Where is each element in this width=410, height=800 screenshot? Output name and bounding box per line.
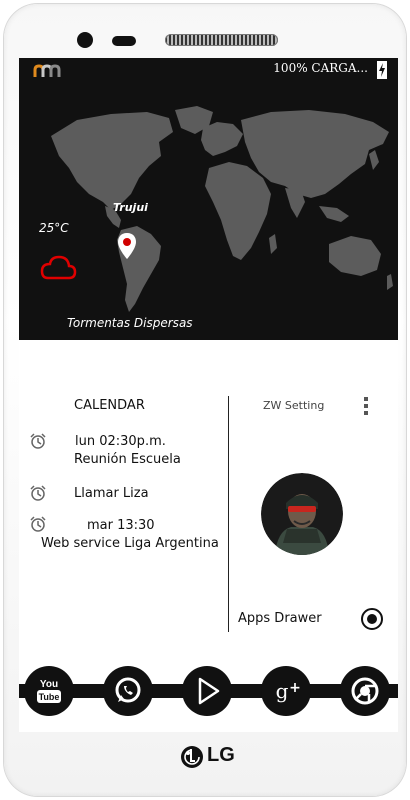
chrome-icon[interactable] xyxy=(340,666,390,716)
brand-label: LG xyxy=(207,744,235,766)
event-time: mar 13:30 xyxy=(87,518,155,533)
svg-text:+: + xyxy=(289,680,301,696)
charging-battery-icon xyxy=(377,61,387,79)
whatsapp-icon[interactable] xyxy=(103,666,153,716)
svg-text:g: g xyxy=(276,679,289,703)
widget-divider xyxy=(228,396,229,632)
phone-frame: 100% CARGA... Trujui 25°C Tormentas Disp… xyxy=(0,0,410,800)
front-camera xyxy=(77,32,93,48)
soldier-avatar[interactable] xyxy=(261,473,343,555)
youtube-icon[interactable]: You Tube xyxy=(24,666,74,716)
alarm-clock-icon xyxy=(30,485,46,501)
location-pin-icon xyxy=(118,233,136,259)
weather-city: Trujui xyxy=(113,201,148,214)
home-screen: 100% CARGA... Trujui 25°C Tormentas Disp… xyxy=(19,58,398,732)
world-map xyxy=(51,106,393,312)
more-vertical-icon[interactable] xyxy=(364,397,370,419)
status-bar: 100% CARGA... xyxy=(19,58,398,82)
zw-setting-link[interactable]: ZW Setting xyxy=(263,399,324,412)
apps-drawer-label[interactable]: Apps Drawer xyxy=(238,611,322,626)
google-plus-icon[interactable]: g + xyxy=(261,666,311,716)
cloud-icon xyxy=(40,255,77,280)
event-title[interactable]: Reunión Escuela xyxy=(74,452,181,467)
svg-text:You: You xyxy=(40,679,58,690)
proximity-sensor xyxy=(112,36,136,46)
calendar-title: CALENDAR xyxy=(74,398,145,413)
play-store-icon[interactable] xyxy=(182,666,232,716)
weather-temperature: 25°C xyxy=(39,221,69,235)
event-time: lun 02:30p.m. xyxy=(75,434,166,449)
lg-logo-icon xyxy=(181,746,203,768)
battery-status-text: 100% CARGA... xyxy=(273,61,368,75)
radio-button-icon[interactable] xyxy=(361,608,383,630)
alarm-clock-icon xyxy=(30,433,46,449)
weather-map-widget[interactable]: 100% CARGA... Trujui 25°C Tormentas Disp… xyxy=(19,58,398,340)
alarm-clock-icon xyxy=(30,516,46,532)
signal-logo-icon xyxy=(33,64,61,77)
event-title[interactable]: Llamar Liza xyxy=(74,486,149,501)
weather-condition: Tormentas Dispersas xyxy=(67,316,193,330)
svg-text:Tube: Tube xyxy=(39,692,60,702)
earpiece-speaker xyxy=(165,34,278,46)
event-title[interactable]: Web service Liga Argentina xyxy=(41,536,219,551)
